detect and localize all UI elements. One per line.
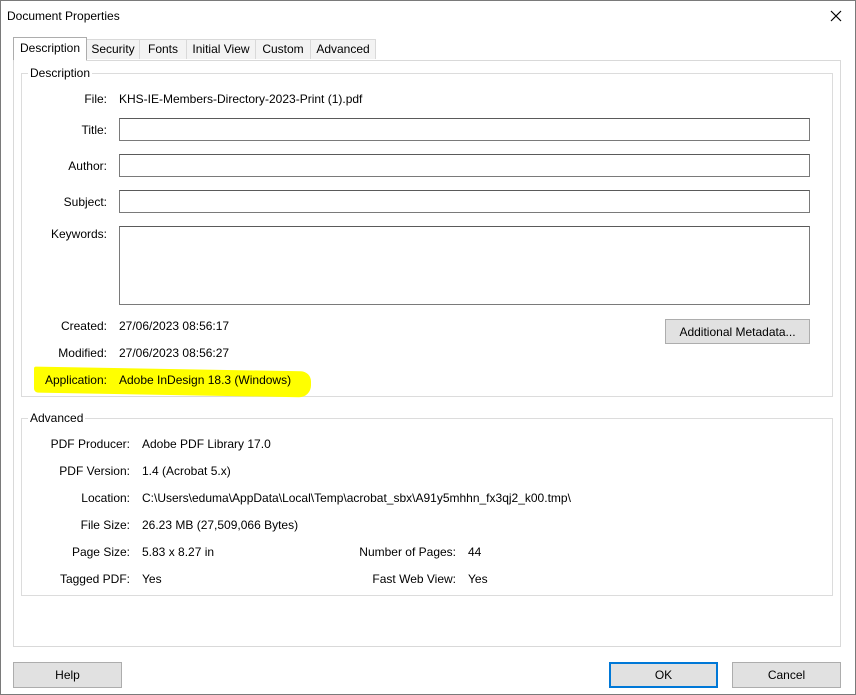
author-label: Author: — [68, 159, 107, 173]
fast-web-view-label: Fast Web View: — [372, 572, 456, 586]
document-properties-dialog: Document Properties Description Security… — [0, 0, 856, 695]
title-label: Title: — [81, 123, 107, 137]
description-group-title: Description — [28, 66, 93, 80]
additional-metadata-button[interactable]: Additional Metadata... — [665, 319, 810, 344]
cancel-button[interactable]: Cancel — [732, 662, 841, 688]
page-size-label: Page Size: — [71, 545, 130, 559]
file-size-label: File Size: — [80, 518, 130, 532]
help-button[interactable]: Help — [13, 662, 122, 688]
pdf-producer-label: PDF Producer: — [50, 437, 130, 451]
num-pages-label: Number of Pages: — [359, 545, 456, 559]
tab-initial-view[interactable]: Initial View — [186, 39, 256, 59]
keywords-input[interactable] — [119, 226, 810, 305]
tab-custom[interactable]: Custom — [255, 39, 311, 59]
tagged-pdf-label: Tagged PDF: — [59, 572, 130, 586]
pdf-version-value: 1.4 (Acrobat 5.x) — [142, 464, 231, 478]
num-pages-value: 44 — [468, 545, 482, 559]
tab-security[interactable]: Security — [86, 39, 140, 59]
created-label: Created: — [60, 319, 107, 333]
modified-value: 27/06/2023 08:56:27 — [119, 346, 230, 360]
tab-fonts[interactable]: Fonts — [139, 39, 187, 59]
ok-button[interactable]: OK — [609, 662, 718, 688]
pdf-producer-value: Adobe PDF Library 17.0 — [142, 437, 271, 451]
advanced-group-title: Advanced — [28, 411, 86, 425]
tagged-pdf-value: Yes — [142, 572, 162, 586]
file-label: File: — [84, 92, 107, 106]
modified-label: Modified: — [58, 346, 107, 360]
tab-advanced[interactable]: Advanced — [310, 39, 376, 59]
fast-web-view-value: Yes — [468, 572, 488, 586]
file-size-value: 26.23 MB (27,509,066 Bytes) — [142, 518, 299, 532]
pdf-version-label: PDF Version: — [59, 464, 130, 478]
close-button[interactable] — [823, 3, 849, 29]
created-value: 27/06/2023 08:56:17 — [119, 319, 230, 333]
file-value: KHS-IE-Members-Directory-2023-Print (1).… — [119, 92, 363, 106]
title-bar: Document Properties — [1, 1, 855, 31]
location-value: C:\Users\eduma\AppData\Local\Temp\acroba… — [142, 491, 571, 505]
tab-description[interactable]: Description — [13, 37, 87, 61]
subject-input[interactable] — [119, 190, 810, 213]
subject-label: Subject: — [63, 195, 107, 209]
title-input[interactable] — [119, 118, 810, 141]
author-input[interactable] — [119, 154, 810, 177]
keywords-label: Keywords: — [50, 227, 107, 241]
window-title: Document Properties — [7, 9, 120, 23]
close-icon — [830, 10, 842, 22]
application-value: Adobe InDesign 18.3 (Windows) — [119, 373, 292, 387]
location-label: Location: — [81, 491, 130, 505]
page-size-value: 5.83 x 8.27 in — [142, 545, 215, 559]
application-label: Application: — [44, 373, 107, 387]
